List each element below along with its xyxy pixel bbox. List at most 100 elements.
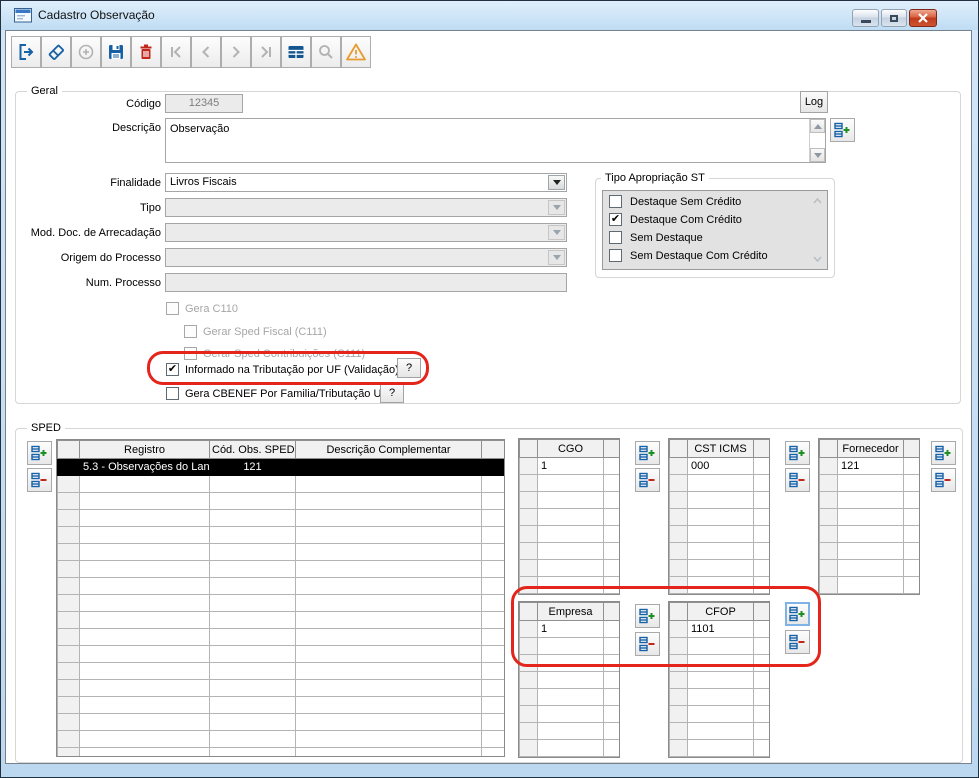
delete-button[interactable] [131, 36, 161, 68]
table-row[interactable] [519, 491, 619, 509]
table-row[interactable] [819, 491, 919, 509]
empresa-table[interactable]: Empresa 1 [518, 601, 620, 758]
cfop-column-header[interactable]: CFOP [687, 602, 754, 621]
table-row[interactable] [519, 654, 619, 672]
checkbox-destaque-com-credito[interactable]: ✔ [609, 213, 622, 226]
table-row[interactable] [519, 739, 619, 757]
table-row[interactable] [819, 593, 919, 594]
cfop-add-button[interactable] [785, 602, 810, 626]
table-row[interactable] [519, 576, 619, 594]
warning-button[interactable] [341, 36, 371, 68]
table-row[interactable] [669, 671, 769, 689]
descricao-complementar-cell[interactable] [295, 458, 482, 476]
table-row[interactable] [669, 637, 769, 655]
empresa-column-header[interactable]: Empresa [537, 602, 604, 621]
table-row[interactable]: 1 [519, 620, 619, 638]
table-row[interactable] [519, 525, 619, 543]
descricao-complementar-column-header[interactable]: Descrição Complementar [295, 440, 482, 459]
checkbox-gera-cbenef[interactable] [166, 387, 179, 400]
titlebar[interactable]: Cadastro Observação [1, 1, 978, 30]
cst-icms-add-button[interactable] [785, 441, 810, 465]
table-row[interactable] [519, 756, 619, 757]
table-row[interactable] [819, 576, 919, 594]
table-row[interactable] [819, 559, 919, 577]
sped-remove-row-button[interactable] [27, 468, 52, 492]
finalidade-select[interactable]: Livros Fiscais [165, 173, 567, 192]
tipo-aprop-listbox[interactable]: Destaque Sem Crédito ✔ Destaque Com Créd… [602, 190, 828, 270]
registro-column-header[interactable]: Registro [79, 440, 210, 459]
table-row[interactable] [57, 713, 504, 731]
table-row[interactable] [57, 594, 504, 612]
cfop-value-cell[interactable]: 1101 [687, 620, 754, 638]
cst-icms-value-cell[interactable]: 000 [687, 457, 754, 475]
empresa-value-cell[interactable]: 1 [537, 620, 604, 638]
cgo-table[interactable]: CGO 1 [518, 438, 620, 595]
cst-icms-table[interactable]: CST ICMS 000 [668, 438, 770, 595]
table-row[interactable] [669, 739, 769, 757]
table-row[interactable]: 1 [519, 457, 619, 475]
cgo-column-header[interactable]: CGO [537, 439, 604, 458]
checkbox-sem-destaque[interactable] [609, 231, 622, 244]
table-row[interactable] [57, 662, 504, 680]
table-row[interactable] [57, 560, 504, 578]
table-row[interactable] [669, 525, 769, 543]
table-row[interactable] [519, 474, 619, 492]
table-row[interactable] [519, 705, 619, 723]
table-row[interactable] [669, 559, 769, 577]
scroll-down-chevron-icon[interactable] [813, 253, 822, 265]
table-row[interactable] [57, 747, 504, 756]
checkbox-destaque-sem-credito[interactable] [609, 195, 622, 208]
table-row[interactable] [57, 543, 504, 561]
table-row[interactable] [669, 576, 769, 594]
close-button[interactable] [909, 9, 937, 27]
table-row[interactable] [57, 526, 504, 544]
fornecedor-remove-button[interactable] [931, 468, 956, 492]
fornecedor-column-header[interactable]: Fornecedor [837, 439, 904, 458]
table-row[interactable] [519, 508, 619, 526]
registro-cell[interactable]: 5.3 - Observações do Lan [79, 458, 210, 476]
table-row[interactable] [669, 491, 769, 509]
table-row[interactable] [57, 628, 504, 646]
table-row[interactable] [519, 637, 619, 655]
cgo-add-button[interactable] [635, 441, 660, 465]
cst-icms-column-header[interactable]: CST ICMS [687, 439, 754, 458]
table-row[interactable]: 1101 [669, 620, 769, 638]
table-row[interactable] [669, 654, 769, 672]
finalidade-dropdown-button[interactable] [548, 175, 565, 190]
table-row[interactable] [669, 705, 769, 723]
table-row[interactable] [57, 509, 504, 527]
restore-button[interactable] [881, 9, 907, 27]
cod-obs-sped-cell[interactable]: 121 [209, 458, 296, 476]
table-row[interactable] [57, 696, 504, 714]
table-row[interactable] [57, 611, 504, 629]
empresa-add-button[interactable] [635, 604, 660, 628]
table-row[interactable] [519, 542, 619, 560]
table-row[interactable] [519, 671, 619, 689]
table-row[interactable] [57, 492, 504, 510]
fornecedor-add-button[interactable] [931, 441, 956, 465]
table-row[interactable] [669, 756, 769, 757]
informado-help-button[interactable]: ? [397, 358, 421, 378]
table-row[interactable] [57, 577, 504, 595]
table-row[interactable] [519, 593, 619, 594]
table-row[interactable] [57, 475, 504, 493]
table-row[interactable] [519, 559, 619, 577]
clear-button[interactable] [41, 36, 71, 68]
cgo-remove-button[interactable] [635, 468, 660, 492]
table-row[interactable]: 000 [669, 457, 769, 475]
log-button[interactable]: Log [800, 91, 828, 113]
table-row[interactable] [669, 474, 769, 492]
sped-add-row-button[interactable] [27, 441, 52, 465]
table-row[interactable] [669, 593, 769, 594]
cfop-table[interactable]: CFOP 1101 [668, 601, 770, 758]
cgo-value-cell[interactable]: 1 [537, 457, 604, 475]
table-row[interactable] [519, 722, 619, 740]
save-button[interactable] [101, 36, 131, 68]
cst-icms-remove-button[interactable] [785, 468, 810, 492]
descricao-add-button[interactable] [830, 118, 855, 142]
table-row[interactable] [57, 730, 504, 748]
descricao-scrollbar[interactable] [809, 119, 825, 162]
exit-button[interactable] [11, 36, 41, 68]
cod-obs-sped-column-header[interactable]: Cód. Obs. SPED [209, 440, 296, 459]
table-row[interactable] [669, 722, 769, 740]
